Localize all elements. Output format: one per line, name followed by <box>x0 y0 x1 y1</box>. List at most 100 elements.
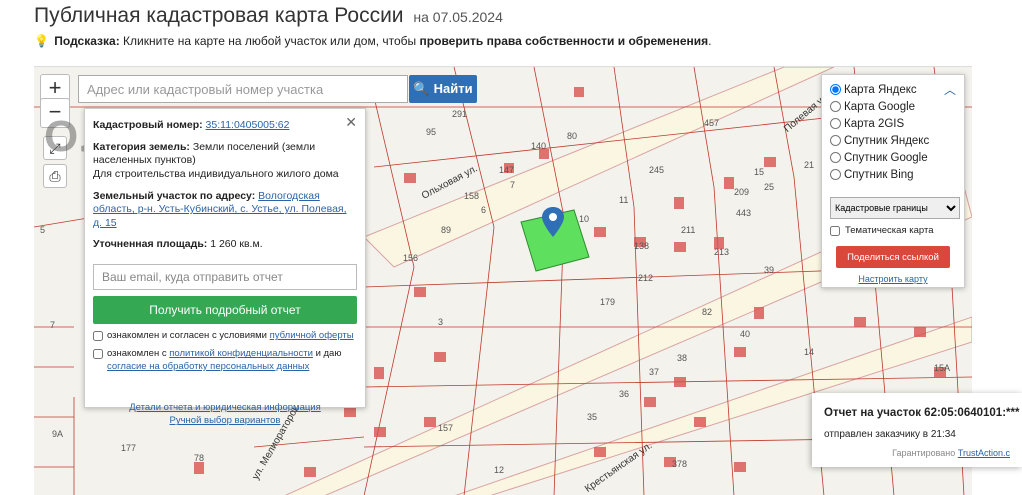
parcel-number: 212 <box>638 273 654 283</box>
parcel-number: 7 <box>510 180 516 190</box>
print-icon[interactable]: ⎙ <box>43 164 67 188</box>
land-category-row: Категория земель: Земли поселений (земли… <box>93 141 357 182</box>
privacy-policy-link[interactable]: политикой конфиденциальности <box>169 348 313 359</box>
layer-radio[interactable] <box>830 135 841 146</box>
thematic-checkbox[interactable] <box>830 225 840 236</box>
search-input[interactable] <box>78 75 408 103</box>
page-title-text: Публичная кадастровая карта России <box>34 4 404 27</box>
layer-label: Карта Яндекс <box>844 83 917 96</box>
date-value: 07.05.2024 <box>432 9 503 25</box>
parcel-number: 12 <box>494 465 505 475</box>
layer-option[interactable]: Спутник Яндекс <box>830 132 956 149</box>
close-icon[interactable]: ✕ <box>345 113 357 131</box>
layer-radio[interactable] <box>830 152 841 163</box>
lightbulb-icon: 💡 <box>34 34 49 48</box>
address-row: Земельный участок по адресу: Вологодская… <box>93 190 357 231</box>
search-button[interactable]: 🔍 Найти <box>409 75 477 103</box>
page-title: Публичная кадастровая карта России на 07… <box>34 4 503 28</box>
layer-option[interactable]: Спутник Bing <box>830 166 956 183</box>
layer-radio[interactable] <box>830 118 841 129</box>
parcel-number: 40 <box>740 329 751 339</box>
parcel-number: 179 <box>600 297 616 307</box>
privacy-checkbox[interactable] <box>93 349 103 360</box>
parcel-number: 36 <box>619 389 630 399</box>
parcel-info-panel: ✕ Кадастровый номер: 35:11:0405005:62 Ка… <box>84 108 366 426</box>
search-button-label: Найти <box>433 81 473 96</box>
layer-option[interactable]: Карта Яндекс <box>830 81 956 98</box>
parcel-number: 95 <box>426 127 437 137</box>
parcel-number: 9А <box>52 429 64 439</box>
parcel-number: 177 <box>121 443 137 453</box>
cadastral-number-link[interactable]: 35:11:0405005:62 <box>206 119 290 131</box>
chevron-up-icon[interactable]: ︿ <box>944 81 956 98</box>
cadastral-number-row: Кадастровый номер: 35:11:0405005:62 <box>93 119 357 133</box>
category-label: Категория земель: <box>93 140 190 153</box>
layer-radio[interactable] <box>830 169 841 180</box>
share-link-button[interactable]: Поделиться ссылкой <box>836 246 950 268</box>
area-value: 1 260 кв.м. <box>210 238 263 251</box>
parcel-number: 37 <box>649 367 660 377</box>
layer-option[interactable]: Карта 2GIS <box>830 115 956 132</box>
area-label: Уточненная площадь: <box>93 238 208 251</box>
parcel-number: 209 <box>734 187 750 197</box>
parcel-number: 7 <box>50 320 56 330</box>
parcel-number: 11 <box>619 195 629 205</box>
parcel-number: 140 <box>531 141 547 151</box>
parcel-number: 21 <box>804 160 815 170</box>
parcel-number: 443 <box>736 208 752 218</box>
parcel-number: 291 <box>452 109 468 119</box>
privacy-mid: и даю <box>315 348 342 360</box>
overlay-select[interactable]: Кадастровые границы <box>830 197 960 219</box>
offer-agreement: ознакомлен и согласен с условиями публич… <box>93 330 357 342</box>
setup-map-link[interactable]: Настроить карту <box>830 274 956 284</box>
layer-option[interactable]: Спутник Google <box>830 149 956 166</box>
email-field[interactable] <box>93 264 357 291</box>
parcel-number: 38 <box>677 353 688 363</box>
layer-label: Спутник Google <box>844 151 928 164</box>
map-layer-panel: ︿ Карта Яндекс Карта Google Карта 2GIS С… <box>821 74 965 288</box>
cadastral-label: Кадастровый номер: <box>93 119 203 131</box>
parcel-number: 245 <box>649 165 665 175</box>
parcel-number: 378 <box>672 459 688 469</box>
layer-radio[interactable] <box>830 101 841 112</box>
thematic-map-option[interactable]: Тематическая карта <box>830 225 956 236</box>
parcel-number: 3 <box>438 317 444 327</box>
thematic-label: Тематическая карта <box>845 225 934 236</box>
parcel-number: 25 <box>764 182 775 192</box>
guarantee-prefix: Гарантировано <box>892 448 956 458</box>
report-toast: Отчет на участок 62:05:0640101:*** отпра… <box>812 393 1022 467</box>
parcel-number: 138 <box>634 241 650 251</box>
manual-choice-link[interactable]: Ручной выбор вариантов <box>170 415 281 426</box>
area-row: Уточненная площадь: 1 260 кв.м. <box>93 238 357 252</box>
offer-checkbox[interactable] <box>93 331 103 342</box>
layer-radio[interactable] <box>830 84 841 95</box>
parcel-number: 213 <box>714 247 730 257</box>
consent-link[interactable]: согласие на обработку персональных данны… <box>107 361 309 372</box>
page-date: на 07.05.2024 <box>413 9 503 25</box>
layer-label: Спутник Яндекс <box>844 134 930 147</box>
hint-line: 💡 Подсказка: Кликните на карте на любой … <box>34 34 711 48</box>
parcel-number: 14 <box>804 347 815 357</box>
hint-end: . <box>708 34 712 48</box>
trustaction-link[interactable]: TrustAction.c <box>958 448 1010 458</box>
layer-option[interactable]: Карта Google <box>830 98 956 115</box>
parcel-number: 6 <box>481 205 487 215</box>
parcel-number: 89 <box>441 225 452 235</box>
privacy-agreement: ознакомлен с политикой конфиденциальност… <box>93 348 357 373</box>
parcel-number: 80 <box>567 131 578 141</box>
offer-link[interactable]: публичной оферты <box>270 330 354 341</box>
details-link[interactable]: Детали отчета и юридическая информация <box>129 402 321 413</box>
parcel-number: 157 <box>438 423 454 433</box>
parcel-number: 147 <box>499 165 515 175</box>
offer-text: ознакомлен и согласен с условиями <box>107 330 267 342</box>
layer-label: Спутник Bing <box>844 168 914 181</box>
address-label: Земельный участок по адресу: <box>93 189 256 202</box>
toast-guarantee: Гарантировано TrustAction.c <box>824 448 1010 458</box>
parcel-number: 211 <box>681 225 696 235</box>
land-use: Для строительства индивидуального жилого… <box>93 167 339 180</box>
parcel-number: 457 <box>704 118 720 128</box>
get-report-button[interactable]: Получить подробный отчет <box>93 296 357 325</box>
toast-title: Отчет на участок 62:05:0640101:*** <box>824 407 1020 419</box>
layer-label: Карта Google <box>844 100 916 113</box>
parcel-number: 82 <box>702 307 713 317</box>
